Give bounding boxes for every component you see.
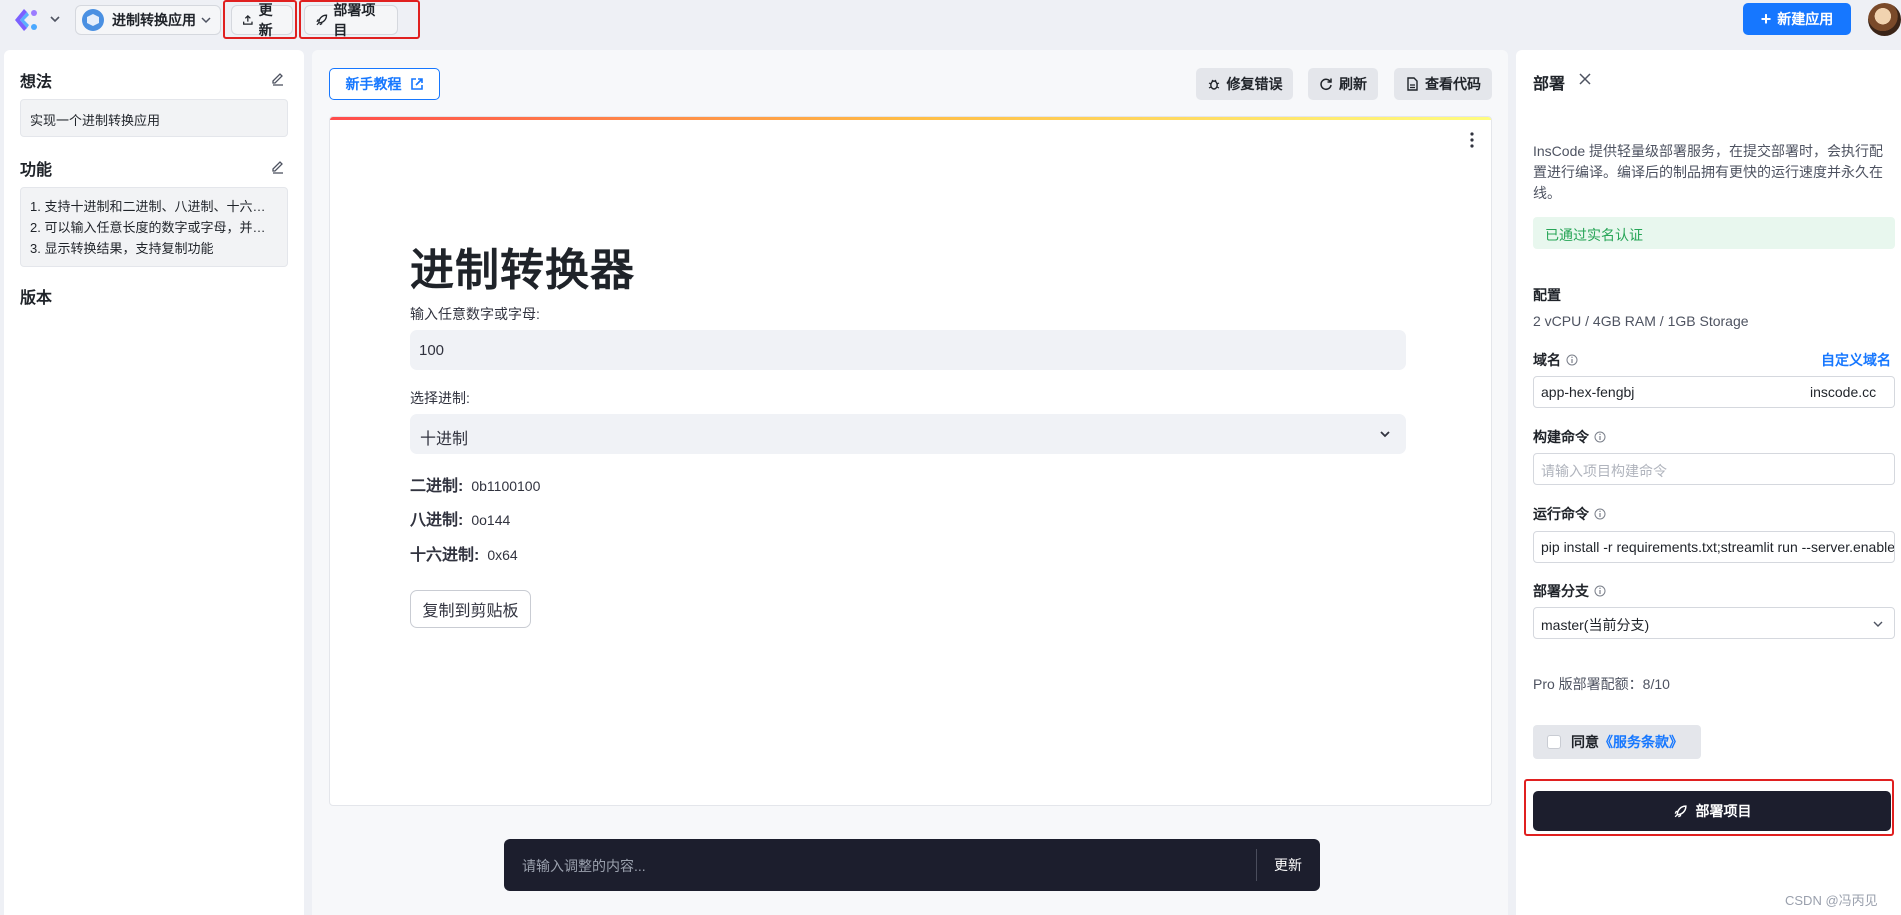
- preview-panel: 新手教程 修复错误 刷新 查看代码 进制转换器 输入任意数字或字母: 100 选…: [312, 50, 1508, 915]
- tutorial-button[interactable]: 新手教程: [329, 68, 440, 100]
- deploy-panel-title: 部署: [1533, 76, 1566, 93]
- highlight-box: [223, 0, 297, 39]
- app-title: 进制转换器: [410, 246, 635, 295]
- info-icon[interactable]: [1566, 354, 1578, 366]
- left-panel: 想法 实现一个进制转换应用 功能 1. 支持十进制和二进制、八进制、十六进制之间…: [4, 50, 304, 915]
- domain-label-text: 域名: [1533, 352, 1561, 368]
- domain-suffix: inscode.cc: [1805, 376, 1895, 408]
- fix-errors-button[interactable]: 修复错误: [1196, 68, 1293, 100]
- terms-link[interactable]: 《服务条款》: [1599, 734, 1683, 750]
- build-command-label: 构建命令: [1533, 427, 1606, 447]
- info-icon[interactable]: [1594, 585, 1606, 597]
- chevron-down-icon: [201, 17, 211, 24]
- config-label-text: 配置: [1533, 287, 1561, 303]
- adjust-update-button[interactable]: 更新: [1274, 855, 1302, 875]
- chevron-down-icon[interactable]: [48, 12, 62, 26]
- adjust-prompt-input[interactable]: 请输入调整的内容...: [522, 856, 646, 876]
- config-value: 2 vCPU / 4GB RAM / 1GB Storage: [1533, 313, 1749, 329]
- deploy-description: InsCode 提供轻量级部署服务，在提交部署时，会执行配置进行编译。编译后的制…: [1533, 143, 1884, 201]
- highlight-box: [299, 0, 420, 39]
- hex-result: 十六进制: 0x64: [410, 541, 518, 565]
- number-input[interactable]: 100: [410, 330, 1406, 370]
- refresh-button[interactable]: 刷新: [1308, 68, 1378, 100]
- number-input-label: 输入任意数字或字母:: [410, 306, 540, 322]
- close-icon[interactable]: [1578, 72, 1592, 86]
- build-command-label-text: 构建命令: [1533, 429, 1589, 445]
- more-vertical-icon[interactable]: [1469, 131, 1475, 149]
- result-value: 0x64: [487, 547, 518, 563]
- copy-to-clipboard-button[interactable]: 复制到剪贴板: [410, 590, 531, 628]
- octal-result: 八进制: 0o144: [410, 506, 510, 530]
- result-key: 八进制:: [410, 512, 464, 529]
- top-bar: 进制转换应用 更新 部署项目 + 新建应用: [0, 0, 1901, 40]
- app-selector[interactable]: 进制转换应用: [75, 5, 221, 35]
- idea-text[interactable]: 实现一个进制转换应用: [20, 99, 288, 137]
- new-app-label: 新建应用: [1777, 11, 1834, 27]
- view-code-label: 查看代码: [1425, 76, 1481, 92]
- app-icon: [82, 9, 104, 31]
- agree-text: 同意《服务条款》: [1571, 732, 1683, 752]
- bug-icon: [1208, 79, 1219, 90]
- result-key: 十六进制:: [410, 547, 480, 564]
- agree-checkbox[interactable]: [1547, 735, 1561, 749]
- inscode-logo-icon[interactable]: [12, 7, 40, 33]
- version-title: 版本: [20, 290, 53, 307]
- file-icon: [1407, 77, 1418, 91]
- deploy-branch-select[interactable]: master(当前分支): [1533, 607, 1895, 639]
- highlight-box: [1524, 779, 1894, 836]
- refresh-label: 刷新: [1339, 76, 1367, 92]
- feature-item: 1. 支持十进制和二进制、八进制、十六进制之间的相互转换: [30, 199, 278, 214]
- fix-errors-label: 修复错误: [1226, 76, 1283, 92]
- view-code-button[interactable]: 查看代码: [1394, 68, 1492, 100]
- binary-result: 二进制: 0b1100100: [410, 472, 540, 496]
- plus-icon: +: [1760, 9, 1772, 29]
- run-command-label-text: 运行命令: [1533, 506, 1589, 522]
- edit-icon[interactable]: [270, 158, 286, 174]
- app-preview: 进制转换器 输入任意数字或字母: 100 选择进制: 十进制 二进制: 0b11…: [329, 116, 1492, 806]
- refresh-icon: [1320, 78, 1332, 91]
- streamlit-top-decoration: [330, 117, 1491, 120]
- feature-item: 3. 显示转换结果，支持复制功能: [30, 241, 214, 256]
- app-name: 进制转换应用: [112, 12, 196, 28]
- info-icon[interactable]: [1594, 431, 1606, 443]
- avatar[interactable]: [1868, 3, 1901, 36]
- watermark: CSDN @冯丙见: [1785, 893, 1878, 908]
- adjust-prompt-bar: 请输入调整的内容... 更新: [504, 839, 1320, 891]
- deploy-branch-label-text: 部署分支: [1533, 583, 1589, 599]
- new-app-button[interactable]: + 新建应用: [1743, 3, 1851, 35]
- domain-label: 域名: [1533, 350, 1578, 370]
- features-title: 功能: [20, 162, 53, 179]
- info-icon[interactable]: [1594, 508, 1606, 520]
- deploy-branch-value: master(当前分支): [1541, 617, 1650, 633]
- build-command-input[interactable]: 请输入项目构建命令: [1533, 453, 1895, 485]
- base-select[interactable]: 十进制: [410, 414, 1406, 454]
- agree-terms[interactable]: 同意《服务条款》: [1533, 725, 1701, 759]
- custom-domain-link[interactable]: 自定义域名: [1821, 350, 1891, 370]
- config-label: 配置: [1533, 285, 1561, 305]
- deploy-quota: Pro 版部署配额：8/10: [1533, 676, 1670, 692]
- feature-item: 2. 可以输入任意长度的数字或字母，并自动识别其进制: [30, 220, 278, 235]
- deploy-branch-label: 部署分支: [1533, 581, 1606, 601]
- run-command-label: 运行命令: [1533, 504, 1606, 524]
- chevron-down-icon: [1380, 431, 1390, 438]
- verified-badge: 已通过实名认证: [1533, 217, 1895, 249]
- agree-prefix: 同意: [1571, 734, 1599, 750]
- idea-title: 想法: [20, 74, 53, 91]
- result-value: 0b1100100: [471, 478, 541, 494]
- run-command-input[interactable]: pip install -r requirements.txt;streamli…: [1533, 531, 1895, 563]
- divider: [1256, 849, 1257, 881]
- base-select-label: 选择进制:: [410, 390, 470, 406]
- result-value: 0o144: [471, 512, 511, 528]
- domain-input[interactable]: app-hex-fengbj: [1533, 376, 1806, 408]
- features-list[interactable]: 1. 支持十进制和二进制、八进制、十六进制之间的相互转换 2. 可以输入任意长度…: [20, 187, 288, 267]
- chevron-down-icon: [1873, 621, 1883, 627]
- external-link-icon: [410, 78, 423, 90]
- base-select-value: 十进制: [420, 431, 469, 448]
- tutorial-label: 新手教程: [345, 76, 402, 92]
- result-key: 二进制:: [410, 478, 464, 495]
- edit-icon[interactable]: [270, 70, 286, 86]
